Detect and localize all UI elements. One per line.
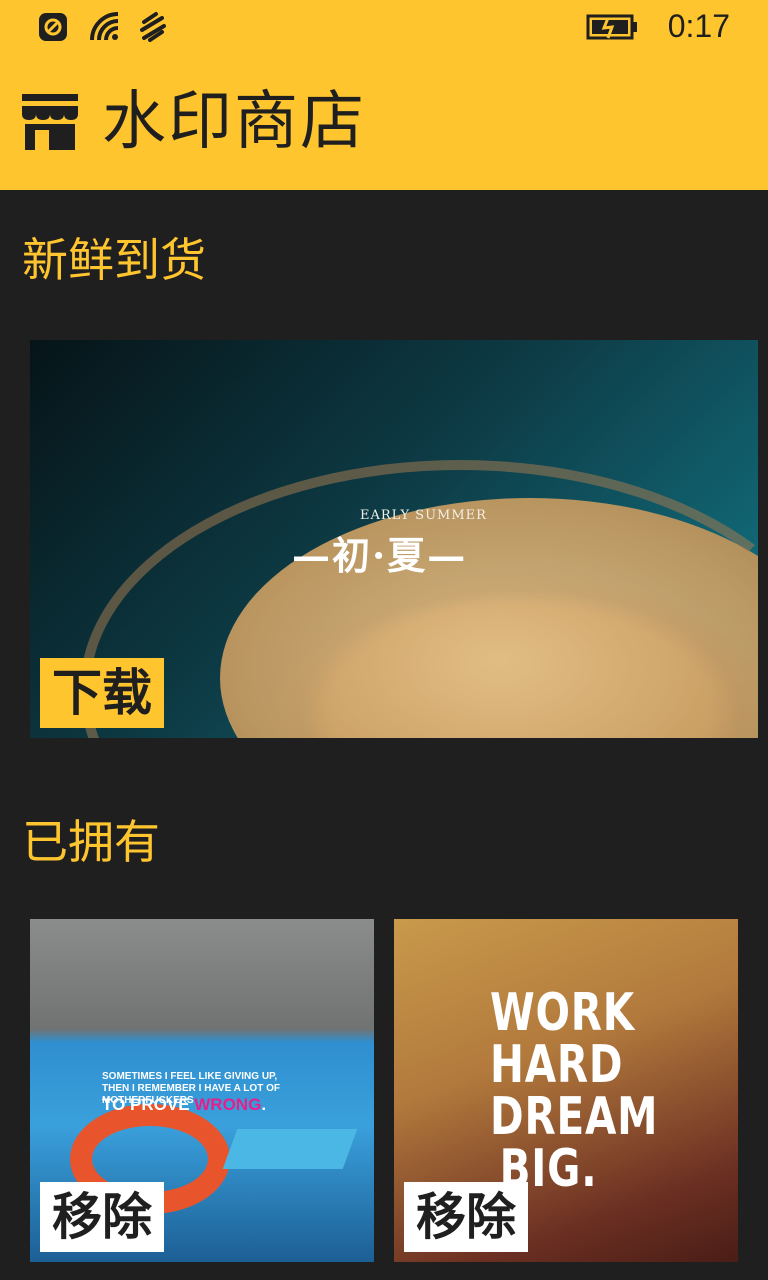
featured-image-plate bbox=[80, 460, 758, 738]
section-owned-title: 已拥有 bbox=[22, 815, 160, 869]
wifi-icon bbox=[90, 12, 119, 41]
app-header-bar: 0:17 水印商店 bbox=[0, 0, 768, 190]
download-button[interactable]: 下载 bbox=[40, 658, 164, 728]
watermark-quote: WORK HARD DREAM BIG. bbox=[490, 983, 659, 1195]
featured-overlay-title: —初·夏— bbox=[292, 533, 468, 578]
owned-watermark-card[interactable]: SOMETIMES I FEEL LIKE GIVING UP, THEN I … bbox=[30, 919, 374, 1262]
quote-line: DREAM bbox=[490, 1087, 659, 1147]
status-bar: 0:17 bbox=[0, 0, 768, 56]
featured-watermark-card[interactable]: EARLY SUMMER —初·夏— 下载 bbox=[30, 340, 758, 738]
remove-button[interactable]: 移除 bbox=[40, 1182, 164, 1252]
page-header: 水印商店 bbox=[0, 82, 768, 172]
quote-highlight: WRONG bbox=[194, 1095, 262, 1114]
status-clock: 0:17 bbox=[667, 8, 730, 44]
quote-line: HARD bbox=[490, 1035, 624, 1095]
quote-line: SOMETIMES I FEEL LIKE GIVING UP, bbox=[102, 1071, 278, 1082]
signal-icon bbox=[140, 12, 166, 42]
quote-text: . bbox=[261, 1095, 267, 1114]
nfc-icon bbox=[39, 13, 67, 41]
section-new-arrivals-title: 新鲜到货 bbox=[22, 233, 206, 287]
featured-overlay-subtitle: EARLY SUMMER bbox=[360, 508, 487, 523]
page-title: 水印商店 bbox=[102, 85, 366, 159]
quote-line: TO PROVE WRONG. bbox=[102, 1095, 266, 1115]
store-icon bbox=[22, 94, 78, 150]
tile-image-bench bbox=[222, 1129, 358, 1169]
remove-button[interactable]: 移除 bbox=[404, 1182, 528, 1252]
battery-charging-icon bbox=[586, 14, 637, 40]
quote-text: TO PROVE bbox=[102, 1095, 195, 1114]
quote-line: WORK bbox=[490, 983, 636, 1043]
owned-watermark-card[interactable]: WORK HARD DREAM BIG. 移除 bbox=[394, 919, 738, 1262]
